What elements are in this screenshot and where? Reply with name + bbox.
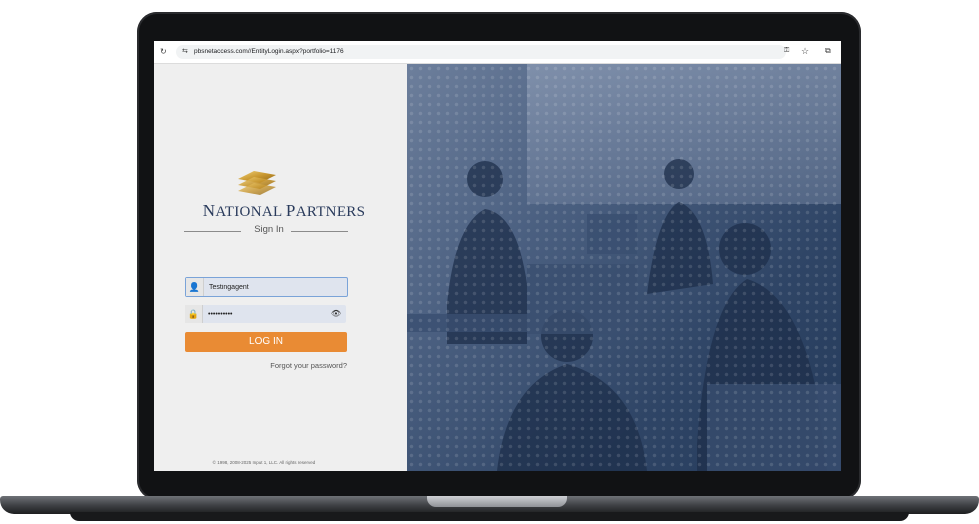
username-input[interactable] — [204, 278, 344, 296]
extensions-icon[interactable]: ⧉ — [825, 46, 831, 56]
login-button[interactable]: LOG IN — [185, 332, 347, 352]
sign-in-heading: Sign In — [184, 224, 348, 238]
password-input[interactable] — [203, 305, 343, 323]
password-field[interactable]: 🔒 👁 — [185, 305, 346, 323]
dot-overlay — [407, 64, 841, 471]
sign-in-label: Sign In — [254, 224, 284, 235]
reload-icon[interactable]: ↻ — [160, 47, 167, 57]
divider-left — [184, 231, 241, 232]
password-key-icon[interactable]: ⚿ — [784, 47, 789, 55]
laptop-base-shadow — [70, 512, 909, 521]
browser-toolbar: ↻ ⇆ pbsnetaccess.com//EntityLogin.aspx?p… — [154, 41, 841, 64]
forgot-password-link[interactable]: Forgot your password? — [246, 361, 347, 370]
lock-icon: 🔒 — [185, 305, 203, 323]
bookmark-star-icon[interactable]: ☆ — [801, 46, 809, 57]
user-icon: 👤 — [186, 278, 204, 296]
site-info-icon[interactable]: ⇆ — [182, 46, 188, 58]
laptop-screen: ↻ ⇆ pbsnetaccess.com//EntityLogin.aspx?p… — [154, 41, 841, 471]
url-text[interactable]: pbsnetaccess.com//EntityLogin.aspx?portf… — [194, 46, 344, 58]
login-panel: NATIONAL PARTNERS Sign In 👤 🔒 👁 LOG IN F… — [154, 64, 407, 471]
show-password-eye-icon[interactable]: 👁 — [331, 309, 341, 318]
laptop-notch — [427, 496, 567, 507]
copyright-text: © 1998, 2008-2025 Input 1, LLC. All righ… — [212, 460, 316, 465]
office-photo — [407, 64, 841, 471]
divider-right — [291, 231, 348, 232]
national-partners-logo-icon — [238, 171, 276, 195]
brand-name: NATIONAL PARTNERS — [202, 201, 366, 220]
username-field[interactable]: 👤 — [185, 277, 348, 297]
